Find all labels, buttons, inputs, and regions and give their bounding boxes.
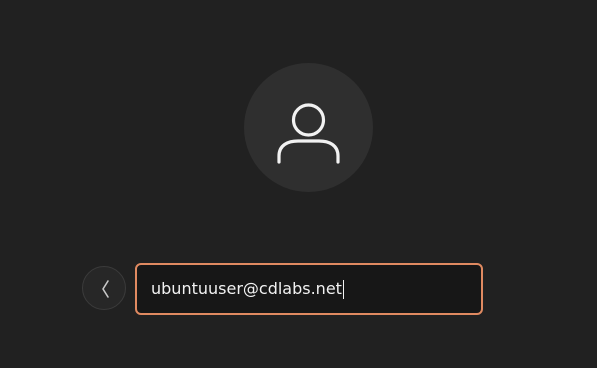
login-screen: ubuntuuser@cdlabs.net (0, 0, 597, 368)
back-button[interactable] (82, 266, 126, 310)
text-cursor (342, 279, 345, 299)
chevron-left-icon (102, 280, 109, 298)
username-value: ubuntuuser@cdlabs.net (151, 279, 342, 298)
username-field[interactable]: ubuntuuser@cdlabs.net (135, 263, 483, 315)
user-avatar (244, 63, 373, 192)
user-icon (277, 103, 340, 164)
